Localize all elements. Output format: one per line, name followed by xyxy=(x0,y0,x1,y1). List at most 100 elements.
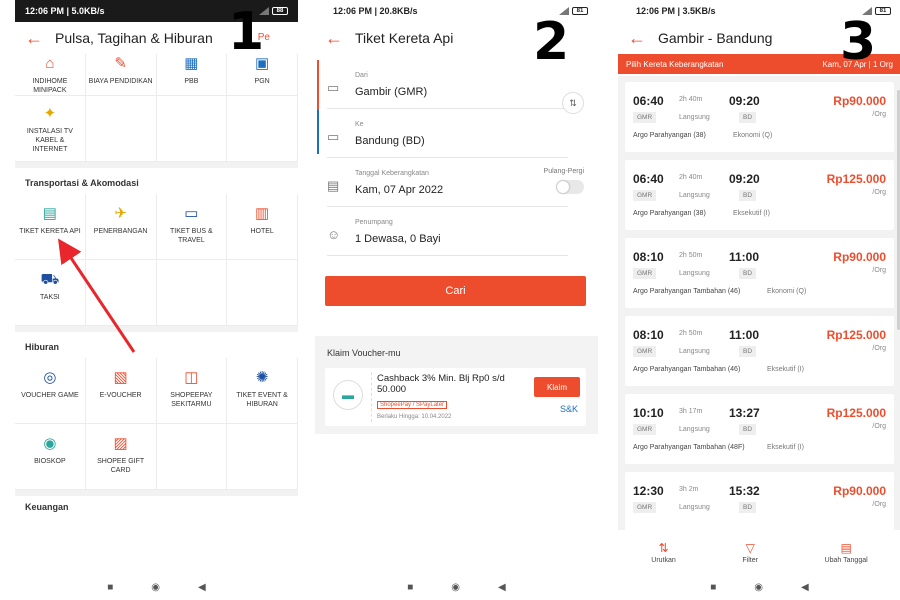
step-number-3: 3 xyxy=(840,12,877,72)
menu-item-event[interactable]: ✺ TIKET EVENT & HIBURAN xyxy=(227,358,298,424)
menu-item-tv-install[interactable]: ✦ INSTALASI TV KABEL & INTERNET xyxy=(15,96,86,162)
passenger-value: 1 Dewasa, 0 Bayi xyxy=(355,233,441,245)
menu-item-flight[interactable]: ✈ PENERBANGAN xyxy=(85,194,157,260)
menu-item-cinema[interactable]: ◉ BIOSKOP xyxy=(15,424,86,490)
transport-grid: ▤ TIKET KERETA API ✈ PENERBANGAN ▭ TIKET BU… xyxy=(15,194,298,326)
android-nav-bar: ■ ◉ ◀ xyxy=(15,574,298,600)
event-icon: ✺ xyxy=(255,369,269,386)
arrival-time: 09:20 xyxy=(729,172,760,186)
bus-icon: ▭ xyxy=(184,205,199,222)
recents-icon[interactable]: ■ xyxy=(710,582,716,593)
back-nav-icon[interactable]: ◀ xyxy=(801,582,809,593)
sort-button[interactable]: ⇅ Urutkan xyxy=(651,541,676,564)
terms-link[interactable]: S&K xyxy=(560,404,578,414)
destination-value: Bandung (BD) xyxy=(355,135,425,147)
train-card[interactable]: 12:30 3h 2m 15:32 Rp90.000/Org GMR Langsung BD xyxy=(625,472,894,530)
status-time: 12:06 PM | 5.0KB/s xyxy=(25,6,105,16)
claim-button[interactable]: Klaim xyxy=(534,377,580,397)
origin-station: GMR xyxy=(633,424,657,435)
screen-train-results: 12:06 PM | 3.5KB/s 81 ← Gambir - Bandung… xyxy=(618,0,900,600)
train-logo-icon: ▬ xyxy=(333,380,363,410)
departure-time: 12:30 xyxy=(633,484,664,498)
departure-time: 10:10 xyxy=(633,406,664,420)
train-card[interactable]: 08:10 2h 50m 11:00 Rp125.000/Org GMR Langsung… xyxy=(625,316,894,386)
filter-button[interactable]: ▽ Filter xyxy=(742,541,758,564)
page-title: Tiket Kereta Api xyxy=(355,30,454,46)
menu-item-education[interactable]: ✎ BIAYA PENDIDIKAN xyxy=(85,54,157,96)
home-icon[interactable]: ◉ xyxy=(754,582,763,593)
trip-type: Langsung xyxy=(679,348,710,355)
bill-grid: ⌂ INDIHOME MINIPACK ✎ BIAYA PENDIDIKAN ▦ PB… xyxy=(15,54,298,162)
menu-item-bus[interactable]: ▭ TIKET BUS & TRAVEL xyxy=(156,194,228,260)
menu-item-train-ticket[interactable]: ▤ TIKET KERETA API xyxy=(15,194,86,260)
search-button[interactable]: Cari xyxy=(325,276,586,306)
menu-item-voucher-game[interactable]: ◎ VOUCHER GAME xyxy=(15,358,86,424)
origin-station: GMR xyxy=(633,190,657,201)
roundtrip-toggle[interactable] xyxy=(556,180,584,194)
menu-item-shopeepay-sekitarmu[interactable]: ◫ SHOPEEPAY SEKITARMU xyxy=(156,358,228,424)
price: Rp125.000 xyxy=(826,406,886,420)
screen-train-search: 12:06 PM | 20.8KB/s 81 ← Tiket Kereta Ap… xyxy=(315,0,598,600)
destination-station: BD xyxy=(739,502,757,513)
calendar-icon: ▤ xyxy=(327,178,340,193)
origin-field[interactable]: ▭ Dari Gambir (GMR) xyxy=(327,60,568,109)
back-arrow-icon[interactable]: ← xyxy=(25,28,49,49)
duration: 2h 50m xyxy=(679,330,703,337)
train-card[interactable]: 06:40 2h 40m 09:20 Rp90.000/Org GMR Langsung B… xyxy=(625,82,894,152)
swap-stations-button[interactable]: ⇅ xyxy=(562,92,584,114)
gamepad-icon: ◎ xyxy=(43,369,57,386)
home-icon[interactable]: ◉ xyxy=(151,582,160,593)
arrival-time: 13:27 xyxy=(729,406,760,420)
page-title: Gambir - Bandung xyxy=(658,30,773,46)
destination-station: BD xyxy=(739,268,757,279)
arrival-time: 11:00 xyxy=(729,328,760,342)
results-bottom-bar: ⇅ Urutkan ▽ Filter ▤ Ubah Tanggal xyxy=(618,530,900,574)
battery-icon: 81 xyxy=(572,7,588,15)
arrival-time: 15:32 xyxy=(729,484,760,498)
per-person: /Org xyxy=(872,189,886,196)
train-name: Argo Parahyangan (38) xyxy=(633,210,706,217)
departure-time: 06:40 xyxy=(633,94,664,108)
home-icon[interactable]: ◉ xyxy=(451,582,460,593)
per-person: /Org xyxy=(872,423,886,430)
sort-icon: ⇅ xyxy=(658,540,669,555)
menu-item-hotel[interactable]: ▥ HOTEL xyxy=(227,194,298,260)
back-nav-icon[interactable]: ◀ xyxy=(498,582,506,593)
change-date-button[interactable]: ▤ Ubah Tanggal xyxy=(825,541,868,564)
back-nav-icon[interactable]: ◀ xyxy=(198,582,206,593)
voucher-section-title: Klaim Voucher-mu xyxy=(327,348,401,358)
back-arrow-icon[interactable]: ← xyxy=(325,28,349,49)
trip-type: Langsung xyxy=(679,192,710,199)
train-icon: ▭ xyxy=(327,80,340,95)
destination-field[interactable]: ▭ Ke Bandung (BD) xyxy=(327,109,568,158)
train-card[interactable]: 06:40 2h 40m 09:20 Rp125.000/Org GMR Langsung… xyxy=(625,160,894,230)
menu-item-gift-card[interactable]: ▨ SHOPEE GIFT CARD xyxy=(85,424,157,490)
voucher-badge: ShopeePay / SPayLater xyxy=(377,401,448,409)
date-field[interactable]: ▤ Tanggal Keberangkatan Kam, 07 Apr 2022 xyxy=(327,158,568,207)
status-time: 12:06 PM | 20.8KB/s xyxy=(333,6,418,16)
price: Rp90.000 xyxy=(833,484,886,498)
back-arrow-icon[interactable]: ← xyxy=(628,28,652,49)
per-person: /Org xyxy=(872,267,886,274)
train-card[interactable]: 08:10 2h 50m 11:00 Rp90.000/Org GMR Langsung B… xyxy=(625,238,894,308)
price: Rp90.000 xyxy=(833,94,886,108)
android-nav-bar: ■ ◉ ◀ xyxy=(618,574,900,600)
step-number-1: 1 xyxy=(228,2,265,62)
price: Rp90.000 xyxy=(833,250,886,264)
origin-station: GMR xyxy=(633,346,657,357)
origin-accent xyxy=(317,60,319,110)
recents-icon[interactable]: ■ xyxy=(107,582,113,593)
menu-item-pbb[interactable]: ▦ PBB xyxy=(156,54,228,96)
menu-item-indihome[interactable]: ⌂ INDIHOME MINIPACK xyxy=(15,54,86,96)
ticket-icon: ◫ xyxy=(184,369,199,386)
menu-item-e-voucher[interactable]: ▧ E-VOUCHER xyxy=(85,358,157,424)
menu-item-taxi[interactable]: ⛟ TAKSI xyxy=(15,260,86,326)
passenger-field[interactable]: ☺ Penumpang 1 Dewasa, 0 Bayi xyxy=(327,207,568,256)
calendar-icon: ▤ xyxy=(840,540,852,555)
recents-icon[interactable]: ■ xyxy=(407,582,413,593)
taxi-icon: ⛟ xyxy=(40,271,60,288)
train-class: Ekonomi (Q) xyxy=(733,132,773,139)
per-person: /Org xyxy=(872,501,886,508)
train-card[interactable]: 10:10 3h 17m 13:27 Rp125.000/Org GMR Langsung… xyxy=(625,394,894,464)
tv-install-icon: ✦ xyxy=(43,105,57,122)
